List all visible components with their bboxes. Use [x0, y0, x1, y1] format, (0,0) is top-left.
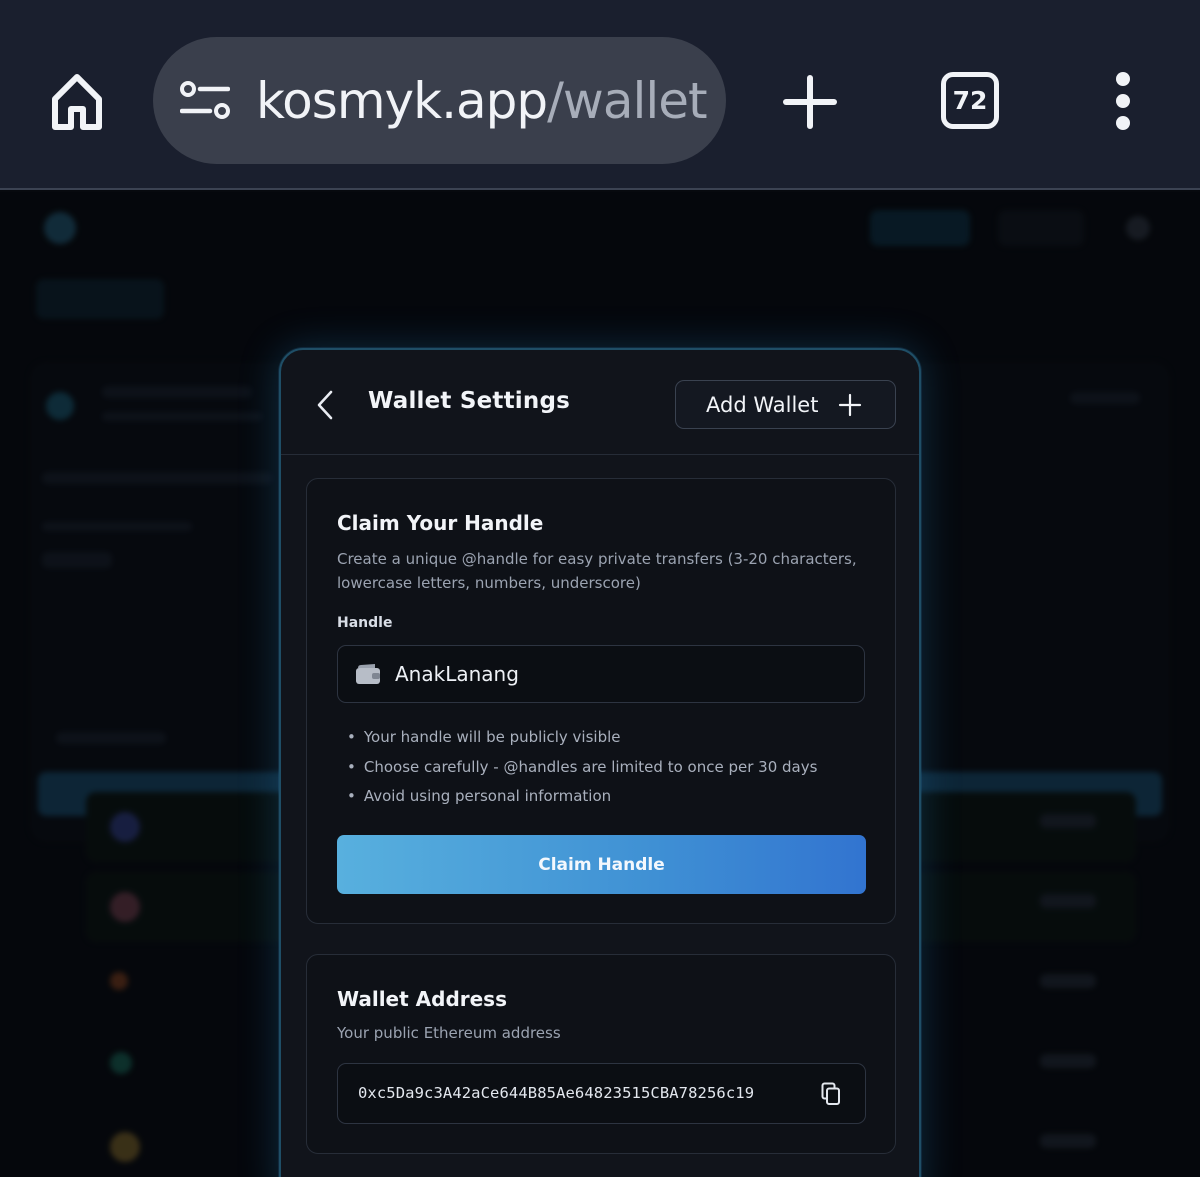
modal-title: Wallet Settings — [368, 388, 571, 414]
add-wallet-label: Add Wallet — [706, 392, 819, 417]
plus-icon — [838, 393, 862, 417]
handle-field-label: Handle — [337, 615, 393, 631]
tabs-button[interactable]: 72 — [941, 72, 999, 129]
copy-icon[interactable] — [821, 1082, 841, 1106]
more-menu-icon[interactable] — [1106, 70, 1140, 132]
wallet-address-title: Wallet Address — [337, 987, 507, 1011]
claim-handle-button[interactable]: Claim Handle — [337, 835, 866, 894]
wallet-address-card: Wallet Address Your public Ethereum addr… — [306, 954, 896, 1154]
handle-input-value: AnakLanang — [395, 662, 519, 686]
handle-input[interactable]: AnakLanang — [337, 645, 865, 703]
home-button[interactable] — [46, 68, 108, 134]
url-domain: kosmyk.app — [256, 72, 548, 130]
wallet-icon — [356, 664, 380, 684]
wallet-address-description: Your public Ethereum address — [337, 1024, 561, 1042]
new-tab-icon[interactable] — [780, 72, 840, 132]
browser-toolbar: kosmyk.app/wallet 72 — [0, 0, 1200, 190]
modal-header: Wallet Settings Add Wallet — [281, 350, 919, 455]
site-settings-icon[interactable] — [180, 81, 230, 119]
handle-tips-list: Your handle will be publicly visible Cho… — [347, 723, 818, 812]
add-wallet-button[interactable]: Add Wallet — [675, 380, 896, 429]
list-item: Choose carefully - @handles are limited … — [347, 753, 818, 783]
claim-handle-title: Claim Your Handle — [337, 511, 544, 535]
wallet-settings-modal: Wallet Settings Add Wallet Claim Your Ha… — [279, 348, 921, 1177]
list-item: Avoid using personal information — [347, 782, 817, 812]
url-text[interactable]: kosmyk.app/wallet — [256, 72, 708, 130]
address-bar[interactable]: kosmyk.app/wallet — [153, 37, 726, 164]
tab-count: 72 — [952, 86, 988, 115]
back-arrow-icon[interactable] — [311, 388, 341, 422]
claim-handle-card: Claim Your Handle Create a unique @handl… — [306, 478, 896, 924]
wallet-address-value: 0xc5Da9c3A42aCe644B85Ae64823515CBA78256c… — [358, 1084, 755, 1102]
claim-handle-description: Create a unique @handle for easy private… — [337, 550, 857, 592]
url-path: /wallet — [547, 72, 708, 130]
home-icon — [52, 74, 102, 130]
wallet-address-field[interactable]: 0xc5Da9c3A42aCe644B85Ae64823515CBA78256c… — [337, 1063, 866, 1124]
list-item: Your handle will be publicly visible — [347, 723, 817, 753]
